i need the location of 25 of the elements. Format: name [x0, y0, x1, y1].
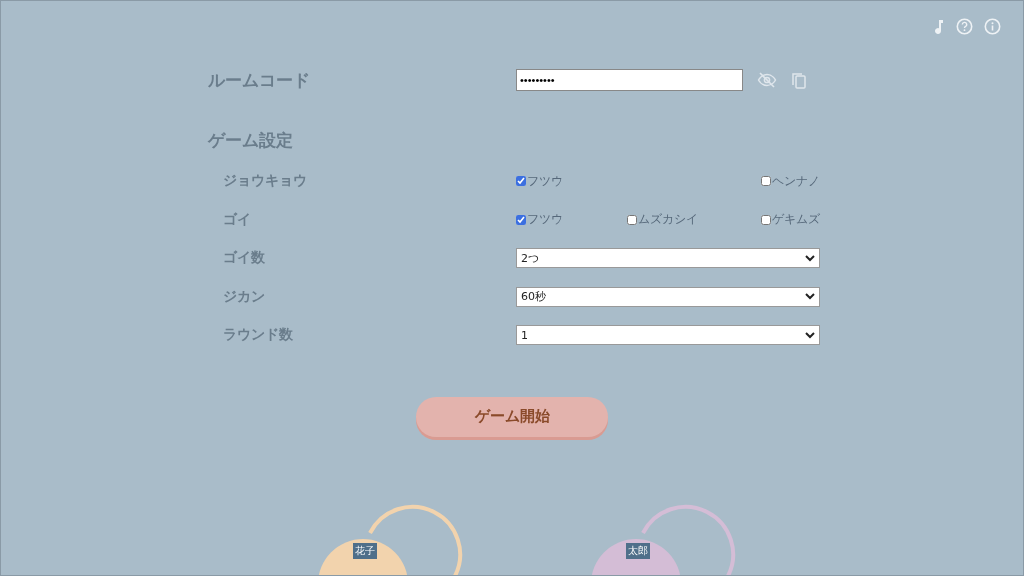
option-label: フツウ [527, 172, 563, 190]
start-game-button[interactable]: ゲーム開始 [416, 396, 608, 437]
option-label: ゲキムズ [772, 211, 820, 229]
chevron-down-icon [805, 254, 815, 262]
checkbox[interactable] [516, 214, 526, 225]
dropdown[interactable]: 60秒 [516, 286, 820, 307]
dropdown[interactable]: 1 [516, 325, 820, 346]
dropdown[interactable]: 2つ [516, 248, 820, 269]
setting-label: ゴイ [222, 210, 252, 229]
chevron-down-icon [805, 293, 815, 301]
option-label: ムズカシイ [637, 211, 698, 229]
section-title: ゲーム設定 [208, 129, 294, 152]
room-code-label: ルームコード [208, 68, 311, 92]
option-label: ヘンナノ [772, 172, 820, 190]
room-code-field[interactable]: ••••••••• [516, 69, 743, 91]
setting-label: ジカン [222, 287, 266, 306]
option-label: フツウ [527, 211, 563, 229]
chevron-down-icon [805, 331, 815, 339]
checkbox[interactable] [516, 176, 526, 187]
setting-label: ラウンド数 [222, 326, 294, 345]
setting-label: ゴイ数 [222, 249, 266, 268]
checkbox[interactable] [761, 214, 771, 225]
setting-label: ジョウキョウ [222, 172, 308, 191]
checkbox[interactable] [761, 176, 771, 187]
checkbox[interactable] [626, 214, 637, 225]
